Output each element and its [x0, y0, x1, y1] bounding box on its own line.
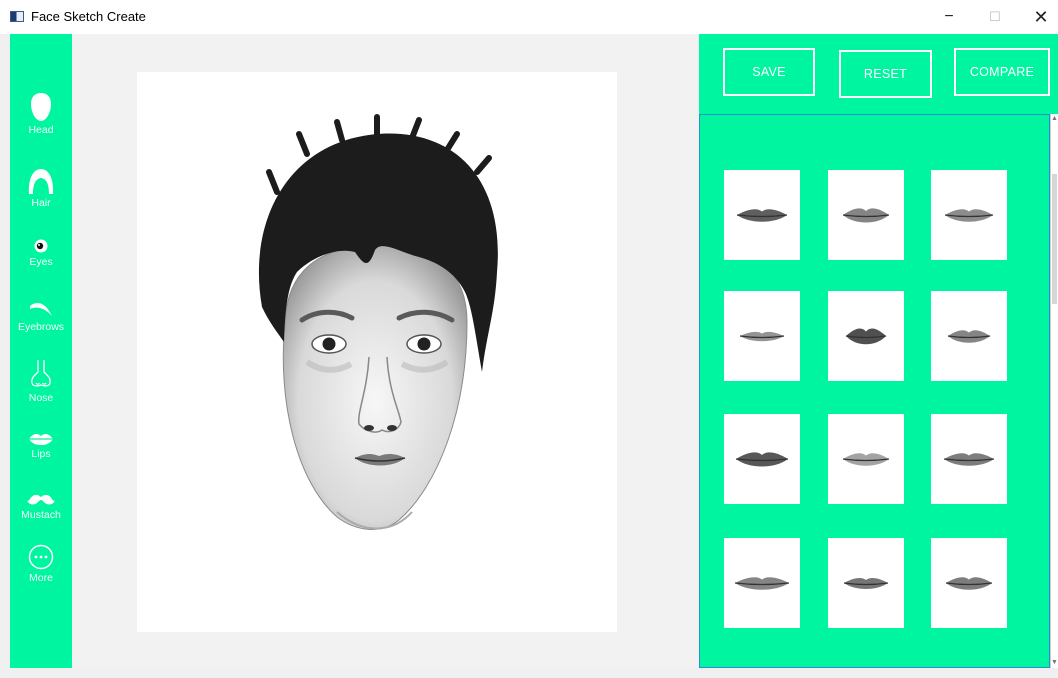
lips-thumbnail[interactable] [724, 538, 800, 628]
maximize-button[interactable]: ☐ [972, 4, 1018, 30]
gallery-scrollbar[interactable]: ▲ ▼ [1050, 114, 1058, 668]
face-sketch-image [258, 114, 498, 530]
title-bar: Face Sketch Create − ☐ ✕ [0, 0, 1058, 34]
lips-thumbnail[interactable] [931, 291, 1007, 381]
hair-icon [28, 169, 54, 194]
sidebar-item-label: Mustach [21, 509, 61, 521]
sidebar-item-label: Head [28, 124, 54, 136]
sidebar-item-eyebrows[interactable]: Eyebrows [10, 299, 72, 333]
sidebar-item-lips[interactable]: Lips [10, 432, 72, 460]
lips-image [739, 331, 785, 342]
lips-image [944, 209, 994, 222]
scroll-down-arrow-icon[interactable]: ▼ [1051, 658, 1058, 668]
reset-button[interactable]: RESET [839, 50, 932, 98]
scroll-thumb[interactable] [1052, 174, 1057, 304]
nose-icon [31, 360, 51, 387]
lips-thumbnail[interactable] [931, 538, 1007, 628]
lips-thumbnail[interactable] [931, 170, 1007, 260]
lips-image [943, 453, 995, 466]
compare-button[interactable]: COMPARE [954, 48, 1050, 96]
eye-icon [34, 239, 48, 253]
lips-image [736, 209, 788, 222]
sidebar-item-label: More [29, 572, 53, 584]
save-button[interactable]: SAVE [723, 48, 815, 96]
lips-thumbnail[interactable] [724, 291, 800, 381]
sidebar-item-label: Nose [28, 392, 54, 404]
lips-icon [29, 434, 53, 445]
lips-image [843, 578, 889, 589]
lips-image [945, 577, 993, 590]
face-sketch-canvas[interactable] [137, 72, 617, 632]
lips-thumbnail[interactable] [828, 414, 904, 504]
sidebar-item-nose[interactable]: Nose [10, 358, 72, 404]
window-edge [0, 34, 10, 678]
sidebar-item-head[interactable]: Head [10, 92, 72, 136]
sidebar-item-label: Eyebrows [17, 321, 65, 333]
lips-gallery [699, 114, 1050, 668]
minimize-button[interactable]: − [926, 4, 972, 30]
head-icon [31, 93, 51, 121]
lips-thumbnail[interactable] [724, 414, 800, 504]
sidebar-item-hair[interactable]: Hair [10, 167, 72, 209]
scroll-up-arrow-icon[interactable]: ▲ [1051, 114, 1058, 124]
lips-image [947, 330, 991, 343]
app-icon [10, 11, 24, 22]
sidebar-item-more[interactable]: More [10, 544, 72, 584]
sidebar-item-label: Hair [31, 197, 51, 209]
window-title: Face Sketch Create [31, 9, 146, 24]
eyebrow-icon [30, 303, 52, 316]
sidebar-item-mustach[interactable]: Mustach [10, 493, 72, 521]
lips-image [842, 453, 890, 466]
more-icon [28, 544, 54, 570]
feature-sidebar: Head Hair Eyes Eyebrows Nose Lips Mustac… [10, 34, 72, 668]
window-bottom-edge [0, 668, 1058, 678]
lips-thumbnail[interactable] [724, 170, 800, 260]
lips-thumbnail[interactable] [828, 538, 904, 628]
lips-image [845, 328, 887, 345]
lips-image [735, 452, 789, 467]
lips-thumbnail[interactable] [828, 170, 904, 260]
sidebar-item-eyes[interactable]: Eyes [10, 238, 72, 268]
sidebar-item-label: Lips [31, 448, 51, 460]
lips-thumbnail[interactable] [828, 291, 904, 381]
mustache-icon [27, 494, 55, 505]
sidebar-item-label: Eyes [29, 256, 53, 268]
lips-image [842, 208, 890, 223]
lips-thumbnail[interactable] [931, 414, 1007, 504]
close-button[interactable]: ✕ [1018, 4, 1058, 30]
lips-image [734, 577, 790, 590]
toolbar: SAVE RESET COMPARE [699, 34, 1058, 114]
